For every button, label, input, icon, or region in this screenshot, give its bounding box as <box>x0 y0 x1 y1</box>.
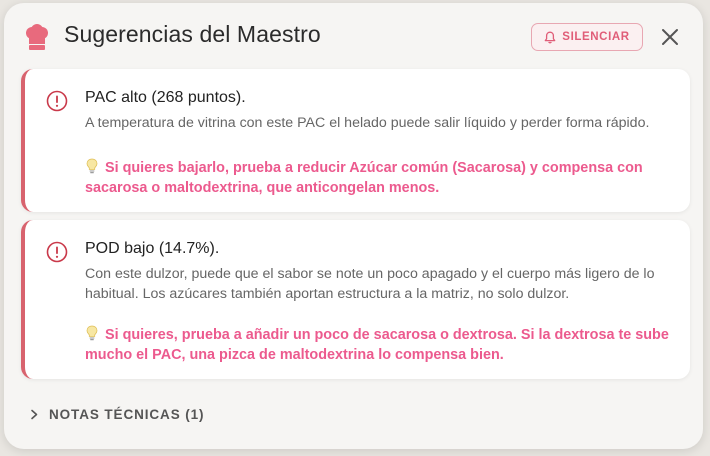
lightbulb-icon <box>86 158 98 174</box>
chef-hat-icon <box>26 24 48 50</box>
lightbulb-icon <box>86 325 98 341</box>
card-tip-text: Si quieres, prueba a añadir un poco de s… <box>85 327 669 363</box>
chevron-right-icon <box>31 409 38 419</box>
suggestion-card: PAC alto (268 puntos). A temperatura de … <box>21 69 690 212</box>
bell-icon <box>544 31 556 43</box>
technical-notes-toggle[interactable]: NOTAS TÉCNICAS (1) <box>30 404 204 424</box>
card-title: PAC alto (268 puntos). <box>85 89 246 106</box>
card-description: Con este dulzor, puede que el sabor se n… <box>85 266 655 302</box>
card-tip-text: Si quieres bajarlo, prueba a reducir Azú… <box>85 160 643 196</box>
suggestions-panel: Sugerencias del Maestro SILENCIAR PAC al… <box>4 3 703 449</box>
panel-title: Sugerencias del Maestro <box>64 21 321 47</box>
silence-button[interactable]: SILENCIAR <box>531 23 643 51</box>
card-title: POD bajo (14.7%). <box>85 240 220 257</box>
card-tip: Si quieres, prueba a añadir un poco de s… <box>85 325 685 365</box>
silence-label: SILENCIAR <box>562 31 630 43</box>
technical-notes-label: NOTAS TÉCNICAS (1) <box>49 406 205 422</box>
card-description: A temperatura de vitrina con este PAC el… <box>85 115 650 131</box>
alert-circle-icon <box>46 241 68 263</box>
panel-header: Sugerencias del Maestro SILENCIAR <box>4 3 703 69</box>
card-tip: Si quieres bajarlo, prueba a reducir Azú… <box>85 158 685 198</box>
alert-circle-icon <box>46 90 68 112</box>
close-icon[interactable] <box>660 27 680 47</box>
suggestion-card: POD bajo (14.7%). Con este dulzor, puede… <box>21 220 690 379</box>
